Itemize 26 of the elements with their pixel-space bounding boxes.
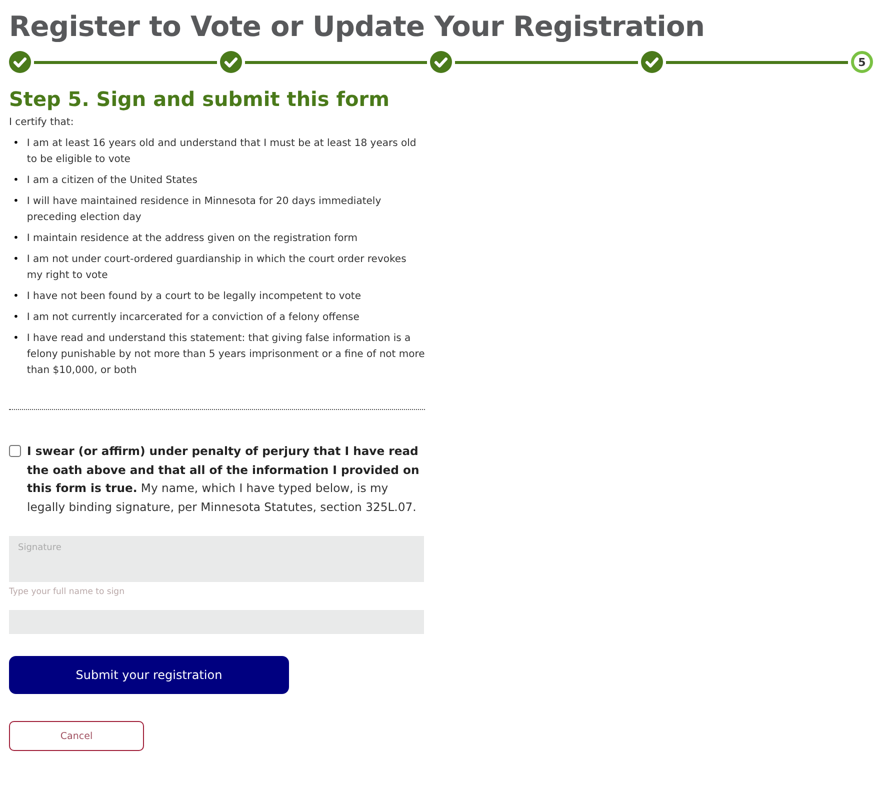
cancel-button[interactable]: Cancel <box>9 721 144 751</box>
page-title: Register to Vote or Update Your Registration <box>9 10 706 43</box>
intro-text: I certify that: <box>9 117 75 128</box>
bullet-mark: • <box>13 311 19 325</box>
bullet-mark: • <box>13 137 19 151</box>
statement-item: I am not currently incarcerated for a conviction of a felony offense <box>26 311 360 325</box>
step-number: 5 <box>851 51 873 73</box>
step-heading: Step 5. Sign and submit this form <box>9 87 390 111</box>
signature-field[interactable]: Signature <box>9 536 424 582</box>
signature-hint: Type your full name to sign <box>9 587 126 597</box>
oath-checkbox[interactable] <box>9 445 21 457</box>
oath-text: I swear (or affirm) under penalty of perjury that I have read the oath above and that all of the information I provided on this form is true. My name, which I have typed below, is my legally binding signature, per Minnesota Statutes, section 325L.07. <box>27 443 420 516</box>
statement-item: I am at least 16 years old and understand that I must be at least 18 years old to be eligible to vote <box>26 137 418 167</box>
bullet-mark: • <box>13 174 19 188</box>
statement-item: I am a citizen of the United States <box>26 174 198 188</box>
statement-item: I will have maintained residence in Minnesota for 20 days immediately preceding election day <box>26 195 382 225</box>
statement-item: I have read and understand this statement: that giving false information is a felony punishable by not more than 5 years imprisonment or a fine of not more than $10,000, or both <box>26 332 425 378</box>
bullet-mark: • <box>13 232 19 246</box>
bullet-mark: • <box>13 332 19 346</box>
statement-item: I am not under court-ordered guardianship in which the court order revokes my right to vote <box>26 253 408 283</box>
statement-item: I have not been found by a court to be legally incompetent to vote <box>26 290 361 304</box>
submit-button[interactable]: Submit your registration <box>9 656 289 694</box>
statement-item: I maintain residence at the address given on the registration form <box>26 232 358 246</box>
bullet-mark: • <box>13 195 19 209</box>
bullet-mark: • <box>13 253 19 267</box>
bullet-mark: • <box>13 290 19 304</box>
